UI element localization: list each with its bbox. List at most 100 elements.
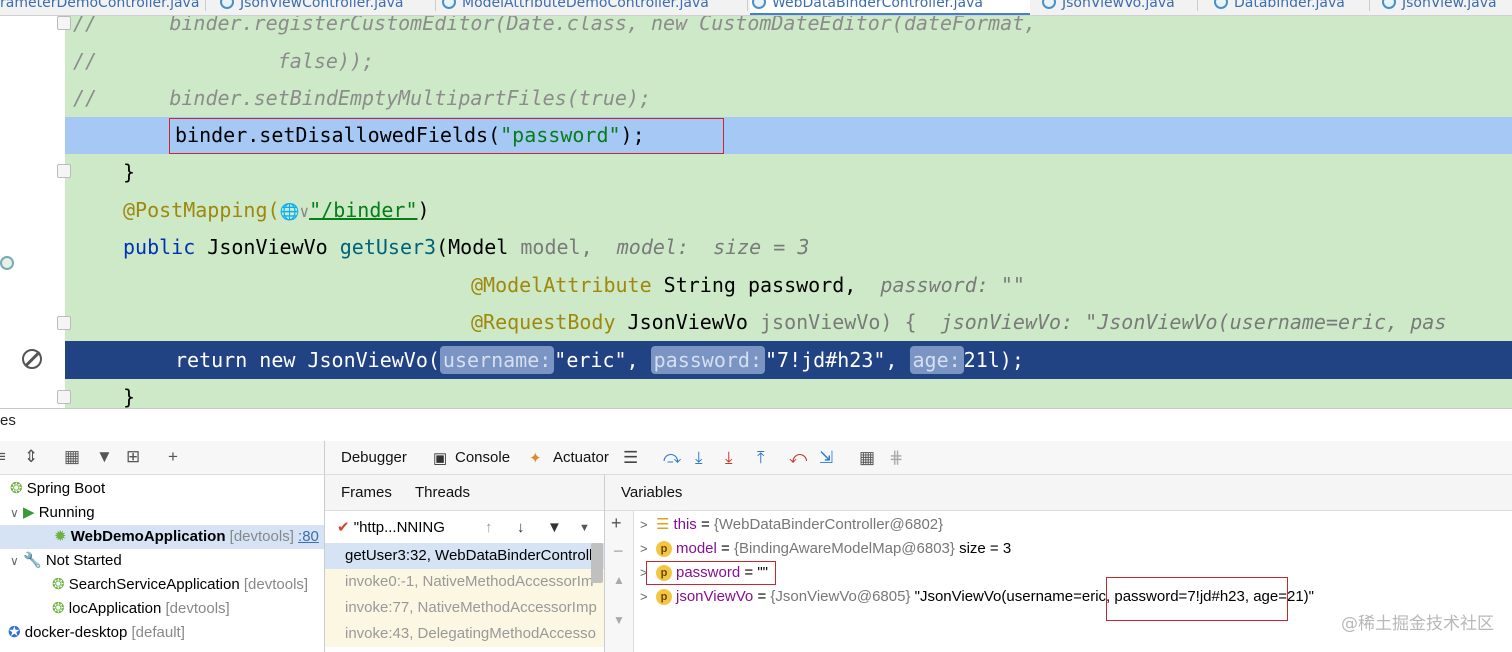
- java-class-icon: [442, 0, 456, 9]
- chevron-down-icon[interactable]: ∨: [10, 506, 19, 520]
- code-editor[interactable]: // binder.registerCustomEditor(Date.clas…: [0, 16, 1512, 408]
- url-literal[interactable]: "/binder": [309, 198, 417, 222]
- port-link[interactable]: :80: [298, 528, 319, 545]
- breakpoint-disabled-icon[interactable]: [22, 349, 42, 369]
- tab-model-attribute-demo-controller[interactable]: ModelAttributeDemoController.java: [440, 0, 748, 15]
- group-by-icon[interactable]: ▦: [64, 447, 80, 467]
- tree-item-docker-desktop[interactable]: ✪ docker-desktop [default]: [8, 621, 185, 645]
- step-over-icon[interactable]: ⤓: [695, 448, 703, 468]
- tab-label: JsonView.java: [1402, 0, 1497, 11]
- comment-marker: //: [73, 16, 98, 35]
- move-down-icon[interactable]: ▼: [613, 613, 625, 627]
- check-icon: ✔: [337, 519, 350, 536]
- tab-console[interactable]: Console: [455, 449, 510, 466]
- tree-suffix: [devtools]: [165, 600, 230, 617]
- services-panel: es ≡ ⇕ ▦ ▼ ⊞ + ❂ Spring Boot ∨ ▶ Running…: [0, 408, 1512, 652]
- chevron-right-icon[interactable]: >: [640, 537, 656, 561]
- web-endpoint-icon[interactable]: [0, 256, 14, 270]
- tree-item-running[interactable]: ∨ ▶ Running: [10, 501, 95, 525]
- add-service-icon[interactable]: +: [168, 447, 178, 467]
- type-name: JsonViewVo: [627, 310, 748, 334]
- run-to-cursor-icon[interactable]: ⇲: [819, 448, 833, 468]
- tab-web-data-binder-controller[interactable]: WebDataBinderController.java: [750, 0, 1030, 15]
- expand-all-icon[interactable]: ≡: [0, 447, 6, 467]
- code-line: @RequestBody JsonViewVo jsonViewVo) { js…: [65, 304, 1512, 341]
- variable-extra: size = 3: [959, 540, 1012, 557]
- drop-frame-icon[interactable]: ⤺: [789, 448, 807, 468]
- comment-text: binder.registerCustomEditor(Date.class, …: [169, 16, 1037, 35]
- chevron-right-icon[interactable]: >: [640, 513, 656, 537]
- dropdown-icon[interactable]: ▼: [579, 515, 590, 541]
- actuator-icon: ✦: [529, 450, 542, 467]
- variable-value: {JsonViewVo@6805}: [770, 588, 911, 605]
- code-text: ): [417, 198, 430, 222]
- code-line: @ModelAttribute String password, passwor…: [65, 267, 1512, 304]
- tab-json-view-controller[interactable]: JsonViewController.java: [218, 0, 436, 15]
- chevron-down-icon[interactable]: ∨: [10, 554, 19, 568]
- tab-threads[interactable]: Threads: [415, 484, 470, 501]
- java-class-icon: [220, 0, 234, 9]
- chevron-right-icon[interactable]: >: [640, 585, 656, 609]
- filter-icon[interactable]: ▼: [547, 515, 562, 541]
- java-class-icon: [752, 0, 766, 9]
- variable-row[interactable]: > ☰ this = {WebDataBinderController@6802}: [634, 513, 943, 537]
- frame-row[interactable]: getUser3:32, WebDataBinderControlle: [325, 543, 604, 569]
- string-literal: "7!jd#h23",: [765, 348, 898, 372]
- new-tab-icon[interactable]: ⊞: [126, 447, 140, 467]
- variables-side-toolbar: + − ▲ ▼: [604, 511, 634, 652]
- up-arrow-icon[interactable]: ↑: [485, 515, 493, 541]
- tab-databinder[interactable]: Databinder.java: [1212, 0, 1370, 15]
- annotation: @PostMapping(: [123, 198, 280, 222]
- evaluate-expression-icon[interactable]: ▦: [859, 448, 875, 468]
- force-step-into-icon[interactable]: ⤓: [725, 448, 733, 468]
- tree-item-spring-boot[interactable]: ❂ Spring Boot: [10, 477, 105, 501]
- move-up-icon[interactable]: ▲: [613, 573, 625, 587]
- tree-item-search-service-application[interactable]: ❂ SearchServiceApplication [devtools]: [52, 573, 308, 597]
- code-text: 21l);: [963, 348, 1024, 372]
- down-arrow-icon[interactable]: ↓: [517, 515, 525, 541]
- remove-watch-icon[interactable]: −: [613, 541, 624, 562]
- method-name: getUser3: [339, 235, 437, 259]
- trace-stream-icon[interactable]: ⋕: [889, 448, 903, 468]
- layout-menu-icon[interactable]: ☰: [623, 448, 638, 468]
- tab-parameter-demo-controller[interactable]: rameterDemoController.java: [0, 0, 206, 15]
- tab-json-view[interactable]: JsonView.java: [1380, 0, 1512, 15]
- breakpoint-line: return new JsonViewVo(username: "eric", p…: [65, 341, 1512, 379]
- code-line: // binder.setBindEmptyMultipartFiles(tru…: [65, 80, 1512, 117]
- tab-frames[interactable]: Frames: [341, 484, 392, 501]
- frame-row[interactable]: invoke:77, NativeMethodAccessorImp: [325, 595, 604, 621]
- debug-inline-value: model: size = 3: [616, 235, 810, 259]
- variable-row[interactable]: > p model = {BindingAwareModelMap@6803} si…: [634, 537, 1011, 561]
- tree-item-loc-application[interactable]: ❂ locApplication [devtools]: [52, 597, 230, 621]
- tab-actuator[interactable]: Actuator: [553, 449, 609, 466]
- globe-icon[interactable]: 🌐∨: [280, 202, 310, 221]
- code-text: }: [123, 385, 136, 408]
- frames-scrollbar[interactable]: [591, 543, 603, 583]
- thread-selector[interactable]: ✔ "http...NNING ↑ ↓ ▼ ▼: [325, 515, 604, 541]
- tab-debugger[interactable]: Debugger: [341, 449, 407, 466]
- frame-row[interactable]: invoke0:-1, NativeMethodAccessorIm: [325, 569, 604, 595]
- comment-marker: //: [73, 86, 98, 110]
- highlight-box: [1106, 577, 1288, 621]
- variable-name: jsonViewVo: [676, 588, 754, 605]
- code-line: // false));: [65, 43, 1512, 80]
- tree-item-not-started[interactable]: ∨ 🔧 Not Started: [10, 549, 122, 573]
- spring-boot-icon: ❂: [10, 480, 23, 497]
- variables-header: Variables: [604, 475, 1512, 511]
- code-text: (Model: [436, 235, 509, 259]
- tab-json-view-vo[interactable]: JsonViewVo.java: [1040, 0, 1198, 15]
- debug-inline-value: jsonViewVo: "JsonViewVo(username=eric, p…: [940, 310, 1447, 334]
- tree-suffix: [default]: [131, 624, 185, 641]
- tree-item-web-demo-application[interactable]: ✹ WebDemoApplication [devtools] :80: [0, 525, 324, 549]
- add-watch-icon[interactable]: +: [611, 513, 622, 534]
- show-execution-point-icon[interactable]: ⤼: [663, 448, 681, 468]
- java-annotation-icon: [1382, 0, 1396, 9]
- step-out-icon[interactable]: ⤒: [757, 448, 765, 468]
- collapse-all-icon[interactable]: ⇕: [24, 447, 38, 467]
- frame-row[interactable]: invoke:43, DelegatingMethodAccesso: [325, 621, 604, 647]
- comment-text: binder.setBindEmptyMultipartFiles(true);: [169, 86, 651, 110]
- filter-icon[interactable]: ▼: [96, 447, 113, 467]
- param-name: model,: [520, 235, 593, 259]
- tree-suffix: [devtools]: [243, 576, 309, 593]
- tree-label: docker-desktop: [24, 624, 128, 641]
